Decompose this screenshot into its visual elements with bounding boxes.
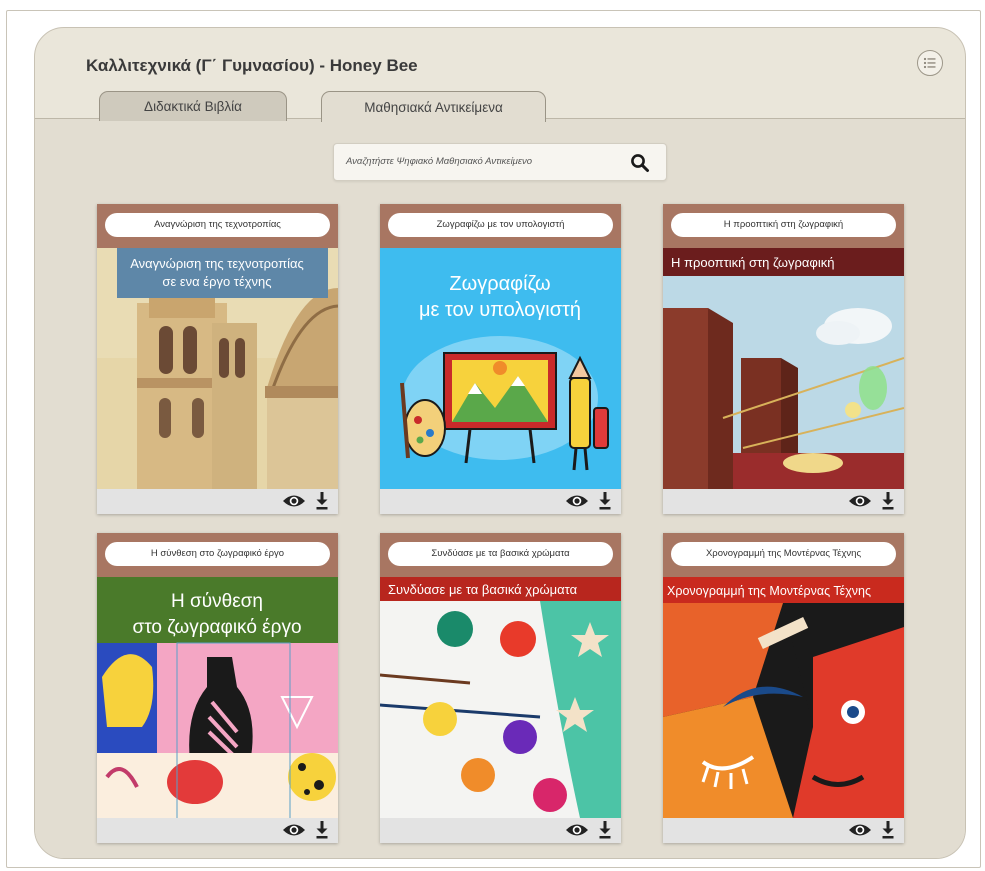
art-title-line-1: Συνδύασε με τα βασικά χρώματα bbox=[388, 582, 578, 597]
card-header: Ζωγραφίζω με τον υπολογιστή bbox=[380, 204, 621, 248]
art-title-line-2: σε ενα έργο τέχνης bbox=[162, 274, 271, 289]
art-title-line-1: Η προοπτική στη ζωγραφική bbox=[671, 255, 834, 270]
card-actions bbox=[380, 489, 621, 514]
computer-drawing-illustration: Ζωγραφίζω με τον υπολογιστή bbox=[380, 248, 621, 489]
card-title[interactable]: Χρονογραμμή της Μοντέρνας Τέχνης bbox=[671, 542, 896, 566]
card-primary-colors[interactable]: Συνδύασε με τα βασικά χρώματα Συνδύασε μ… bbox=[380, 533, 621, 843]
download-icon[interactable] bbox=[316, 492, 328, 510]
card-thumbnail[interactable]: Συνδύασε με τα βασικά χρώματα bbox=[380, 577, 621, 818]
architecture-illustration: Αναγνώριση της τεχνοτροπίας σε ενα έργο … bbox=[97, 248, 338, 489]
download-icon[interactable] bbox=[316, 821, 328, 839]
card-composition[interactable]: Η σύνθεση στο ζωγραφικό έργο Η σύνθεση σ… bbox=[97, 533, 338, 843]
art-title-line-1: Χρονογραμμή της Μοντέρνας Τέχνης bbox=[667, 584, 871, 598]
card-computer-drawing[interactable]: Ζωγραφίζω με τον υπολογιστή Ζωγραφίζω με… bbox=[380, 204, 621, 514]
page-title: Καλλιτεχνικά (Γ΄ Γυμνασίου) - Honey Bee bbox=[86, 56, 418, 75]
perspective-illustration: Η προοπτική στη ζωγραφική bbox=[663, 248, 904, 489]
card-title[interactable]: Αναγνώριση της τεχνοτροπίας bbox=[105, 213, 330, 237]
card-title[interactable]: Συνδύασε με τα βασικά χρώματα bbox=[388, 542, 613, 566]
card-actions bbox=[380, 818, 621, 843]
card-perspective[interactable]: Η προοπτική στη ζωγραφική Η προοπτική στ… bbox=[663, 204, 904, 514]
eye-icon[interactable] bbox=[282, 493, 306, 509]
content-panel: Καλλιτεχνικά (Γ΄ Γυμνασίου) - Honey Bee … bbox=[34, 27, 966, 859]
card-actions bbox=[663, 489, 904, 514]
eye-icon[interactable] bbox=[848, 822, 872, 838]
art-title-line-2: με τον υπολογιστή bbox=[419, 299, 581, 321]
card-header: Συνδύασε με τα βασικά χρώματα bbox=[380, 533, 621, 577]
card-thumbnail[interactable]: Ζωγραφίζω με τον υπολογιστή bbox=[380, 248, 621, 489]
tab-learning-objects[interactable]: Μαθησιακά Αντικείμενα bbox=[321, 91, 546, 122]
card-actions bbox=[97, 489, 338, 514]
composition-illustration: Η σύνθεση στο ζωγραφικό έργο bbox=[97, 577, 338, 818]
list-icon bbox=[923, 57, 936, 69]
modern-art-illustration: Χρονογραμμή της Μοντέρνας Τέχνης bbox=[663, 577, 904, 818]
eye-icon[interactable] bbox=[282, 822, 306, 838]
card-thumbnail[interactable]: Αναγνώριση της τεχνοτροπίας σε ενα έργο … bbox=[97, 248, 338, 489]
primary-colors-illustration: Συνδύασε με τα βασικά χρώματα bbox=[380, 577, 621, 818]
card-header: Αναγνώριση της τεχνοτροπίας bbox=[97, 204, 338, 248]
card-style-recognition[interactable]: Αναγνώριση της τεχνοτροπίας Αναγνώριση τ… bbox=[97, 204, 338, 514]
card-actions bbox=[97, 818, 338, 843]
download-icon[interactable] bbox=[599, 821, 611, 839]
card-header: Η προοπτική στη ζωγραφική bbox=[663, 204, 904, 248]
search-bar[interactable]: Αναζητήστε Ψηφιακό Μαθησιακό Αντικείμενο bbox=[333, 143, 667, 181]
search-input[interactable]: Αναζητήστε Ψηφιακό Μαθησιακό Αντικείμενο bbox=[346, 144, 532, 180]
eye-icon[interactable] bbox=[565, 493, 589, 509]
search-icon[interactable] bbox=[630, 153, 650, 173]
card-header: Χρονογραμμή της Μοντέρνας Τέχνης bbox=[663, 533, 904, 577]
art-title-line-2: στο ζωγραφικό έργο bbox=[132, 617, 301, 638]
download-icon[interactable] bbox=[599, 492, 611, 510]
download-icon[interactable] bbox=[882, 492, 894, 510]
tab-textbooks[interactable]: Διδακτικά Βιβλία bbox=[99, 91, 287, 121]
eye-icon[interactable] bbox=[848, 493, 872, 509]
card-title[interactable]: Ζωγραφίζω με τον υπολογιστή bbox=[388, 213, 613, 237]
art-title-line-1: Η σύνθεση bbox=[171, 591, 263, 612]
art-title-line-1: Αναγνώριση της τεχνοτροπίας bbox=[130, 256, 304, 271]
download-icon[interactable] bbox=[882, 821, 894, 839]
eye-icon[interactable] bbox=[565, 822, 589, 838]
menu-button[interactable] bbox=[917, 50, 943, 76]
card-title[interactable]: Η σύνθεση στο ζωγραφικό έργο bbox=[105, 542, 330, 566]
art-title-line-1: Ζωγραφίζω bbox=[449, 273, 550, 295]
card-thumbnail[interactable]: Η προοπτική στη ζωγραφική bbox=[663, 248, 904, 489]
card-thumbnail[interactable]: Η σύνθεση στο ζωγραφικό έργο bbox=[97, 577, 338, 818]
card-header: Η σύνθεση στο ζωγραφικό έργο bbox=[97, 533, 338, 577]
card-thumbnail[interactable]: Χρονογραμμή της Μοντέρνας Τέχνης bbox=[663, 577, 904, 818]
card-title[interactable]: Η προοπτική στη ζωγραφική bbox=[671, 213, 896, 237]
card-actions bbox=[663, 818, 904, 843]
card-modern-art-timeline[interactable]: Χρονογραμμή της Μοντέρνας Τέχνης Χρονογρ… bbox=[663, 533, 904, 843]
